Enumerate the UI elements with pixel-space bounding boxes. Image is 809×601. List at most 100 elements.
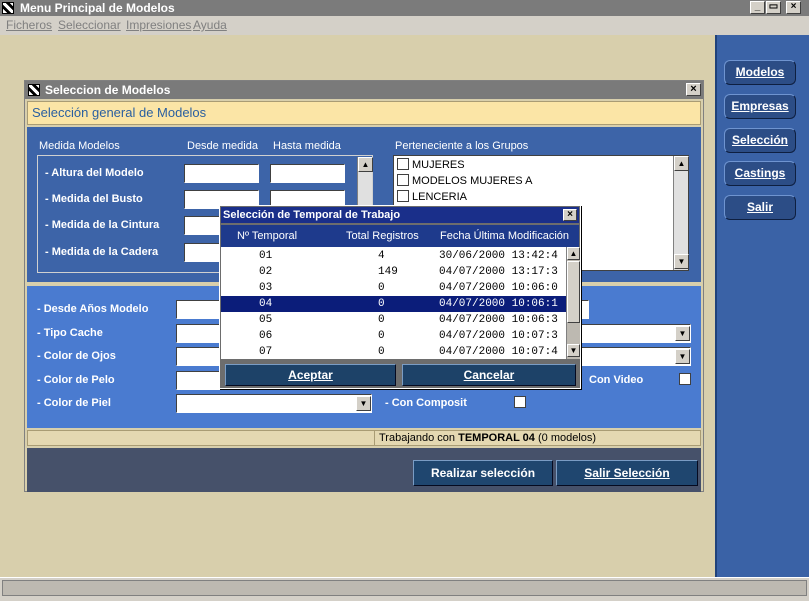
seleccion-button[interactable]: Selección xyxy=(724,128,796,153)
table-header: Nº Temporal Total Registros Fecha Última… xyxy=(221,225,579,247)
altura-to-input[interactable] xyxy=(270,164,345,183)
measure-label: - Altura del Modelo xyxy=(45,167,144,179)
castings-button[interactable]: Castings xyxy=(724,161,796,186)
aceptar-button[interactable]: Aceptar xyxy=(225,364,396,386)
temporal-dialog: Selección de Temporal de Trabajo × Nº Te… xyxy=(219,205,581,389)
scroll-up-icon[interactable]: ▲ xyxy=(567,247,580,260)
dropdown-arrow-icon[interactable]: ▼ xyxy=(356,396,371,411)
menu-bar: Ficheros Seleccionar Impresiones Ayuda xyxy=(0,16,809,34)
scroll-up-icon[interactable]: ▲ xyxy=(674,156,689,171)
fecha-modificacion: 04/07/2000 10:07:3 xyxy=(439,330,558,342)
con-video-label: Con Video xyxy=(589,374,644,386)
total-registros: 4 xyxy=(378,250,385,262)
temporal-number: 05 xyxy=(259,314,273,326)
secondary-select[interactable]: ▼ xyxy=(579,347,691,366)
temporal-number: 07 xyxy=(259,346,273,358)
con-composit-checkbox[interactable] xyxy=(514,396,526,408)
field-label: - Color de Ojos xyxy=(37,350,116,362)
maximize-button[interactable]: ▭ xyxy=(766,1,781,14)
current-temporal: TEMPORAL 04 xyxy=(458,432,535,444)
status-text: Trabajando con TEMPORAL 04 (0 modelos) xyxy=(374,431,700,445)
realizar-seleccion-button[interactable]: Realizar selección xyxy=(413,460,553,486)
fecha-modificacion: 04/07/2000 10:06:1 xyxy=(439,298,558,310)
list-item[interactable]: MODELOS MUJERES A xyxy=(397,174,532,188)
child-close-button[interactable]: × xyxy=(686,83,701,96)
color-ojos-select[interactable] xyxy=(176,347,224,366)
field-label: - Tipo Cache xyxy=(37,327,103,339)
column-header[interactable]: Fecha Última Modificación xyxy=(440,230,569,242)
menu-ayuda[interactable]: Ayuda xyxy=(193,16,227,34)
menu-ficheros[interactable]: Ficheros xyxy=(6,16,52,34)
app-icon xyxy=(2,2,14,14)
table-row[interactable]: 07 0 04/07/2000 10:07:4 xyxy=(221,344,566,360)
from-header: Desde medida xyxy=(187,140,258,152)
section-subtitle: Selección general de Modelos xyxy=(27,101,701,125)
table-row[interactable]: 02 149 04/07/2000 13:17:3 xyxy=(221,264,566,280)
fecha-modificacion: 04/07/2000 10:06:3 xyxy=(439,314,558,326)
total-registros: 0 xyxy=(378,330,385,342)
temporal-list: 01 4 30/06/2000 13:42:4 02 149 04/07/2000 13:… xyxy=(221,247,566,359)
color-piel-select[interactable]: ▼ xyxy=(176,394,372,413)
fecha-modificacion: 04/07/2000 13:17:3 xyxy=(439,266,558,278)
temporal-number: 04 xyxy=(259,298,273,310)
total-registros: 149 xyxy=(378,266,398,278)
dialog-close-button[interactable]: × xyxy=(563,209,577,221)
salir-button[interactable]: Salir xyxy=(724,195,796,220)
temporal-list-scrollbar[interactable]: ▲ ▼ xyxy=(566,247,580,359)
scroll-thumb[interactable] xyxy=(567,261,580,323)
scroll-down-icon[interactable]: ▼ xyxy=(567,344,580,357)
child-title-bar: Seleccion de Modelos × xyxy=(25,81,703,99)
tipo-cache-select[interactable] xyxy=(176,324,224,343)
list-item[interactable]: MUJERES xyxy=(397,158,465,172)
salir-seleccion-button[interactable]: Salir Selección xyxy=(556,460,698,486)
window-icon xyxy=(28,84,40,96)
column-header[interactable]: Nº Temporal xyxy=(237,230,297,242)
cancelar-button[interactable]: Cancelar xyxy=(402,364,576,386)
column-header[interactable]: Total Registros xyxy=(346,230,419,242)
con-video-checkbox[interactable] xyxy=(679,373,691,385)
modelos-button[interactable]: Modelos xyxy=(724,60,796,85)
dialog-title: Selección de Temporal de Trabajo × xyxy=(221,207,579,223)
table-row[interactable]: 05 0 04/07/2000 10:06:3 xyxy=(221,312,566,328)
dropdown-arrow-icon[interactable]: ▼ xyxy=(675,349,690,364)
desde-anos-input[interactable] xyxy=(176,300,224,319)
table-row[interactable]: 06 0 04/07/2000 10:07:3 xyxy=(221,328,566,344)
list-item[interactable]: LENCERIA xyxy=(397,190,467,204)
group-checkbox[interactable] xyxy=(397,190,409,202)
temporal-number: 06 xyxy=(259,330,273,342)
table-row[interactable]: 03 0 04/07/2000 10:06:0 xyxy=(221,280,566,296)
scroll-down-icon[interactable]: ▼ xyxy=(674,254,689,269)
close-button[interactable]: × xyxy=(786,1,801,14)
secondary-select[interactable]: ▼ xyxy=(579,324,691,343)
con-composit-label: - Con Composit xyxy=(385,397,467,409)
scroll-up-icon[interactable]: ▲ xyxy=(358,157,373,172)
groups-scrollbar[interactable]: ▲ ▼ xyxy=(673,156,689,270)
field-label: - Color de Piel xyxy=(37,397,111,409)
field-label: - Color de Pelo xyxy=(37,374,115,386)
table-row[interactable]: 01 4 30/06/2000 13:42:4 xyxy=(221,248,566,264)
dropdown-arrow-icon[interactable]: ▼ xyxy=(675,326,690,341)
fecha-modificacion: 30/06/2000 13:42:4 xyxy=(439,250,558,262)
color-pelo-select[interactable] xyxy=(176,371,224,390)
menu-seleccionar[interactable]: Seleccionar xyxy=(58,16,121,34)
total-registros: 0 xyxy=(378,346,385,358)
measure-label: - Medida de la Cintura xyxy=(45,219,160,231)
side-panel: Modelos Empresas Selección Castings Sali… xyxy=(715,35,809,577)
horizontal-scrollbar[interactable] xyxy=(0,577,809,601)
group-checkbox[interactable] xyxy=(397,174,409,186)
measure-label: - Medida del Busto xyxy=(45,193,143,205)
menu-impresiones[interactable]: Impresiones xyxy=(126,16,191,34)
altura-from-input[interactable] xyxy=(184,164,259,183)
empresas-button[interactable]: Empresas xyxy=(724,94,796,119)
temporal-number: 01 xyxy=(259,250,273,262)
app-title-bar: Menu Principal de Modelos _ ▭ × xyxy=(0,0,809,16)
measure-label: - Medida de la Cadera xyxy=(45,246,159,258)
minimize-button[interactable]: _ xyxy=(750,1,765,14)
total-registros: 0 xyxy=(378,314,385,326)
app-title: Menu Principal de Modelos xyxy=(20,1,175,15)
table-row[interactable]: 04 0 04/07/2000 10:06:1 xyxy=(221,296,566,312)
measure-header-label: Medida Modelos xyxy=(39,140,120,152)
total-registros: 0 xyxy=(378,298,385,310)
group-checkbox[interactable] xyxy=(397,158,409,170)
field-label: - Desde Años Modelo xyxy=(37,303,149,315)
